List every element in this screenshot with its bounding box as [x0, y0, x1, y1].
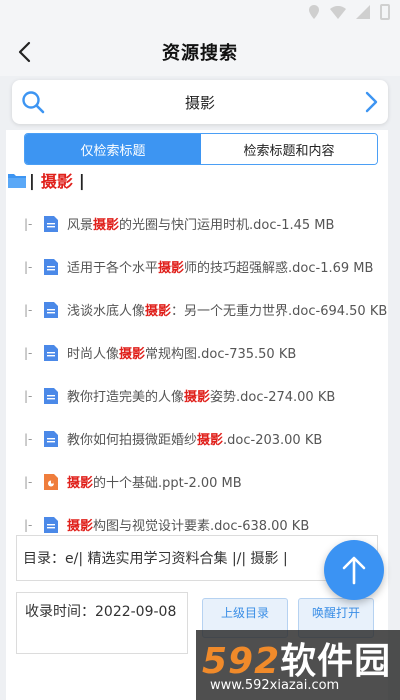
chevron-right-icon[interactable] [360, 90, 382, 114]
file-name: 浅谈水底人像摄影：另一个无重力世界.doc-694.50 KB [67, 304, 388, 319]
tree-connector: |- [24, 517, 33, 532]
list-item[interactable]: |- 浅谈水底人像摄影：另一个无重力世界.doc-694.50 KB [6, 288, 388, 331]
tree-connector: |- [24, 345, 33, 360]
list-item[interactable]: |- 摄影的十个基础.ppt-2.00 MB [6, 460, 388, 503]
collected-time: 收录时间：2022-09-08 [16, 592, 188, 654]
folder-icon [8, 174, 26, 188]
doc-file-icon [44, 258, 58, 275]
file-name: 时尚人像摄影常规构图.doc-735.50 KB [67, 347, 297, 362]
tab-title-and-content[interactable]: 检索标题和内容 [201, 134, 377, 164]
folder-keyword: 摄影 [40, 172, 73, 191]
tree-connector: |- [24, 216, 33, 231]
site-watermark: 592软件园 www.592xiazai.com [196, 630, 400, 700]
tree-connector: |- [24, 259, 33, 274]
status-bar [0, 0, 400, 28]
file-name: 适用于各个水平摄影师的技巧超强解惑.doc-1.69 MB [67, 261, 374, 276]
doc-file-icon [44, 215, 58, 232]
folder-separator-left: | [29, 170, 35, 190]
search-mode-tabs: 仅检索标题 检索标题和内容 [24, 133, 378, 165]
search-icon[interactable] [20, 89, 46, 115]
watermark-logo: 592软件园 [202, 641, 392, 682]
battery-icon [380, 4, 390, 20]
signal-icon [356, 5, 370, 19]
page-title: 资源搜索 [162, 43, 238, 64]
tree-connector: |- [24, 388, 33, 403]
wifi-icon [330, 5, 346, 19]
file-name: 摄影的十个基础.ppt-2.00 MB [67, 476, 242, 491]
list-item[interactable]: |- 时尚人像摄影常规构图.doc-735.50 KB [6, 331, 388, 374]
list-item[interactable]: |- 教你如何拍摄微距婚纱摄影.doc-203.00 KB [6, 417, 388, 460]
search-bar[interactable]: 摄影 [12, 80, 388, 124]
file-list: |- 风景摄影的光圈与快门运用时机.doc-1.45 MB |- 适用于各个水平… [6, 202, 388, 546]
file-name: 摄影构图与视觉设计要素.doc-638.00 KB [67, 519, 310, 534]
file-name: 教你如何拍摄微距婚纱摄影.doc-203.00 KB [67, 433, 323, 448]
arrow-up-icon [342, 556, 366, 585]
tree-connector: |- [24, 302, 33, 317]
location-icon [309, 5, 319, 19]
list-item[interactable]: |- 适用于各个水平摄影师的技巧超强解惑.doc-1.69 MB [6, 245, 388, 288]
doc-file-icon [44, 344, 58, 361]
search-query[interactable]: 摄影 [185, 92, 215, 113]
file-name: 教你打造完美的人像摄影姿势.doc-274.00 KB [67, 390, 336, 405]
back-arrow-icon[interactable] [14, 40, 38, 64]
ppt-file-icon [44, 473, 58, 490]
list-item[interactable]: |- 风景摄影的光圈与快门运用时机.doc-1.45 MB [6, 202, 388, 245]
doc-file-icon [44, 301, 58, 318]
watermark-url: www.592xiazai.com [210, 678, 340, 693]
list-item[interactable]: |- 教你打造完美的人像摄影姿势.doc-274.00 KB [6, 374, 388, 417]
status-icons [308, 4, 390, 20]
doc-file-icon [44, 387, 58, 404]
folder-row[interactable]: | 摄影 | [8, 168, 85, 192]
doc-file-icon [44, 516, 58, 533]
tab-title-only[interactable]: 仅检索标题 [25, 134, 201, 164]
header: 资源搜索 [0, 28, 400, 76]
tree-connector: |- [24, 431, 33, 446]
scroll-top-button[interactable] [324, 540, 384, 600]
content-card: 仅检索标题 检索标题和内容 | 摄影 | |- 风景摄影的光圈与快门运用时机.d… [6, 130, 388, 700]
tree-connector: |- [24, 474, 33, 489]
folder-separator-right: | [78, 170, 85, 190]
file-name: 风景摄影的光圈与快门运用时机.doc-1.45 MB [67, 218, 335, 233]
doc-file-icon [44, 430, 58, 447]
directory-path-text: 目录：e/| 精选实用学习资料合集 |/| 摄影 | [23, 551, 288, 567]
